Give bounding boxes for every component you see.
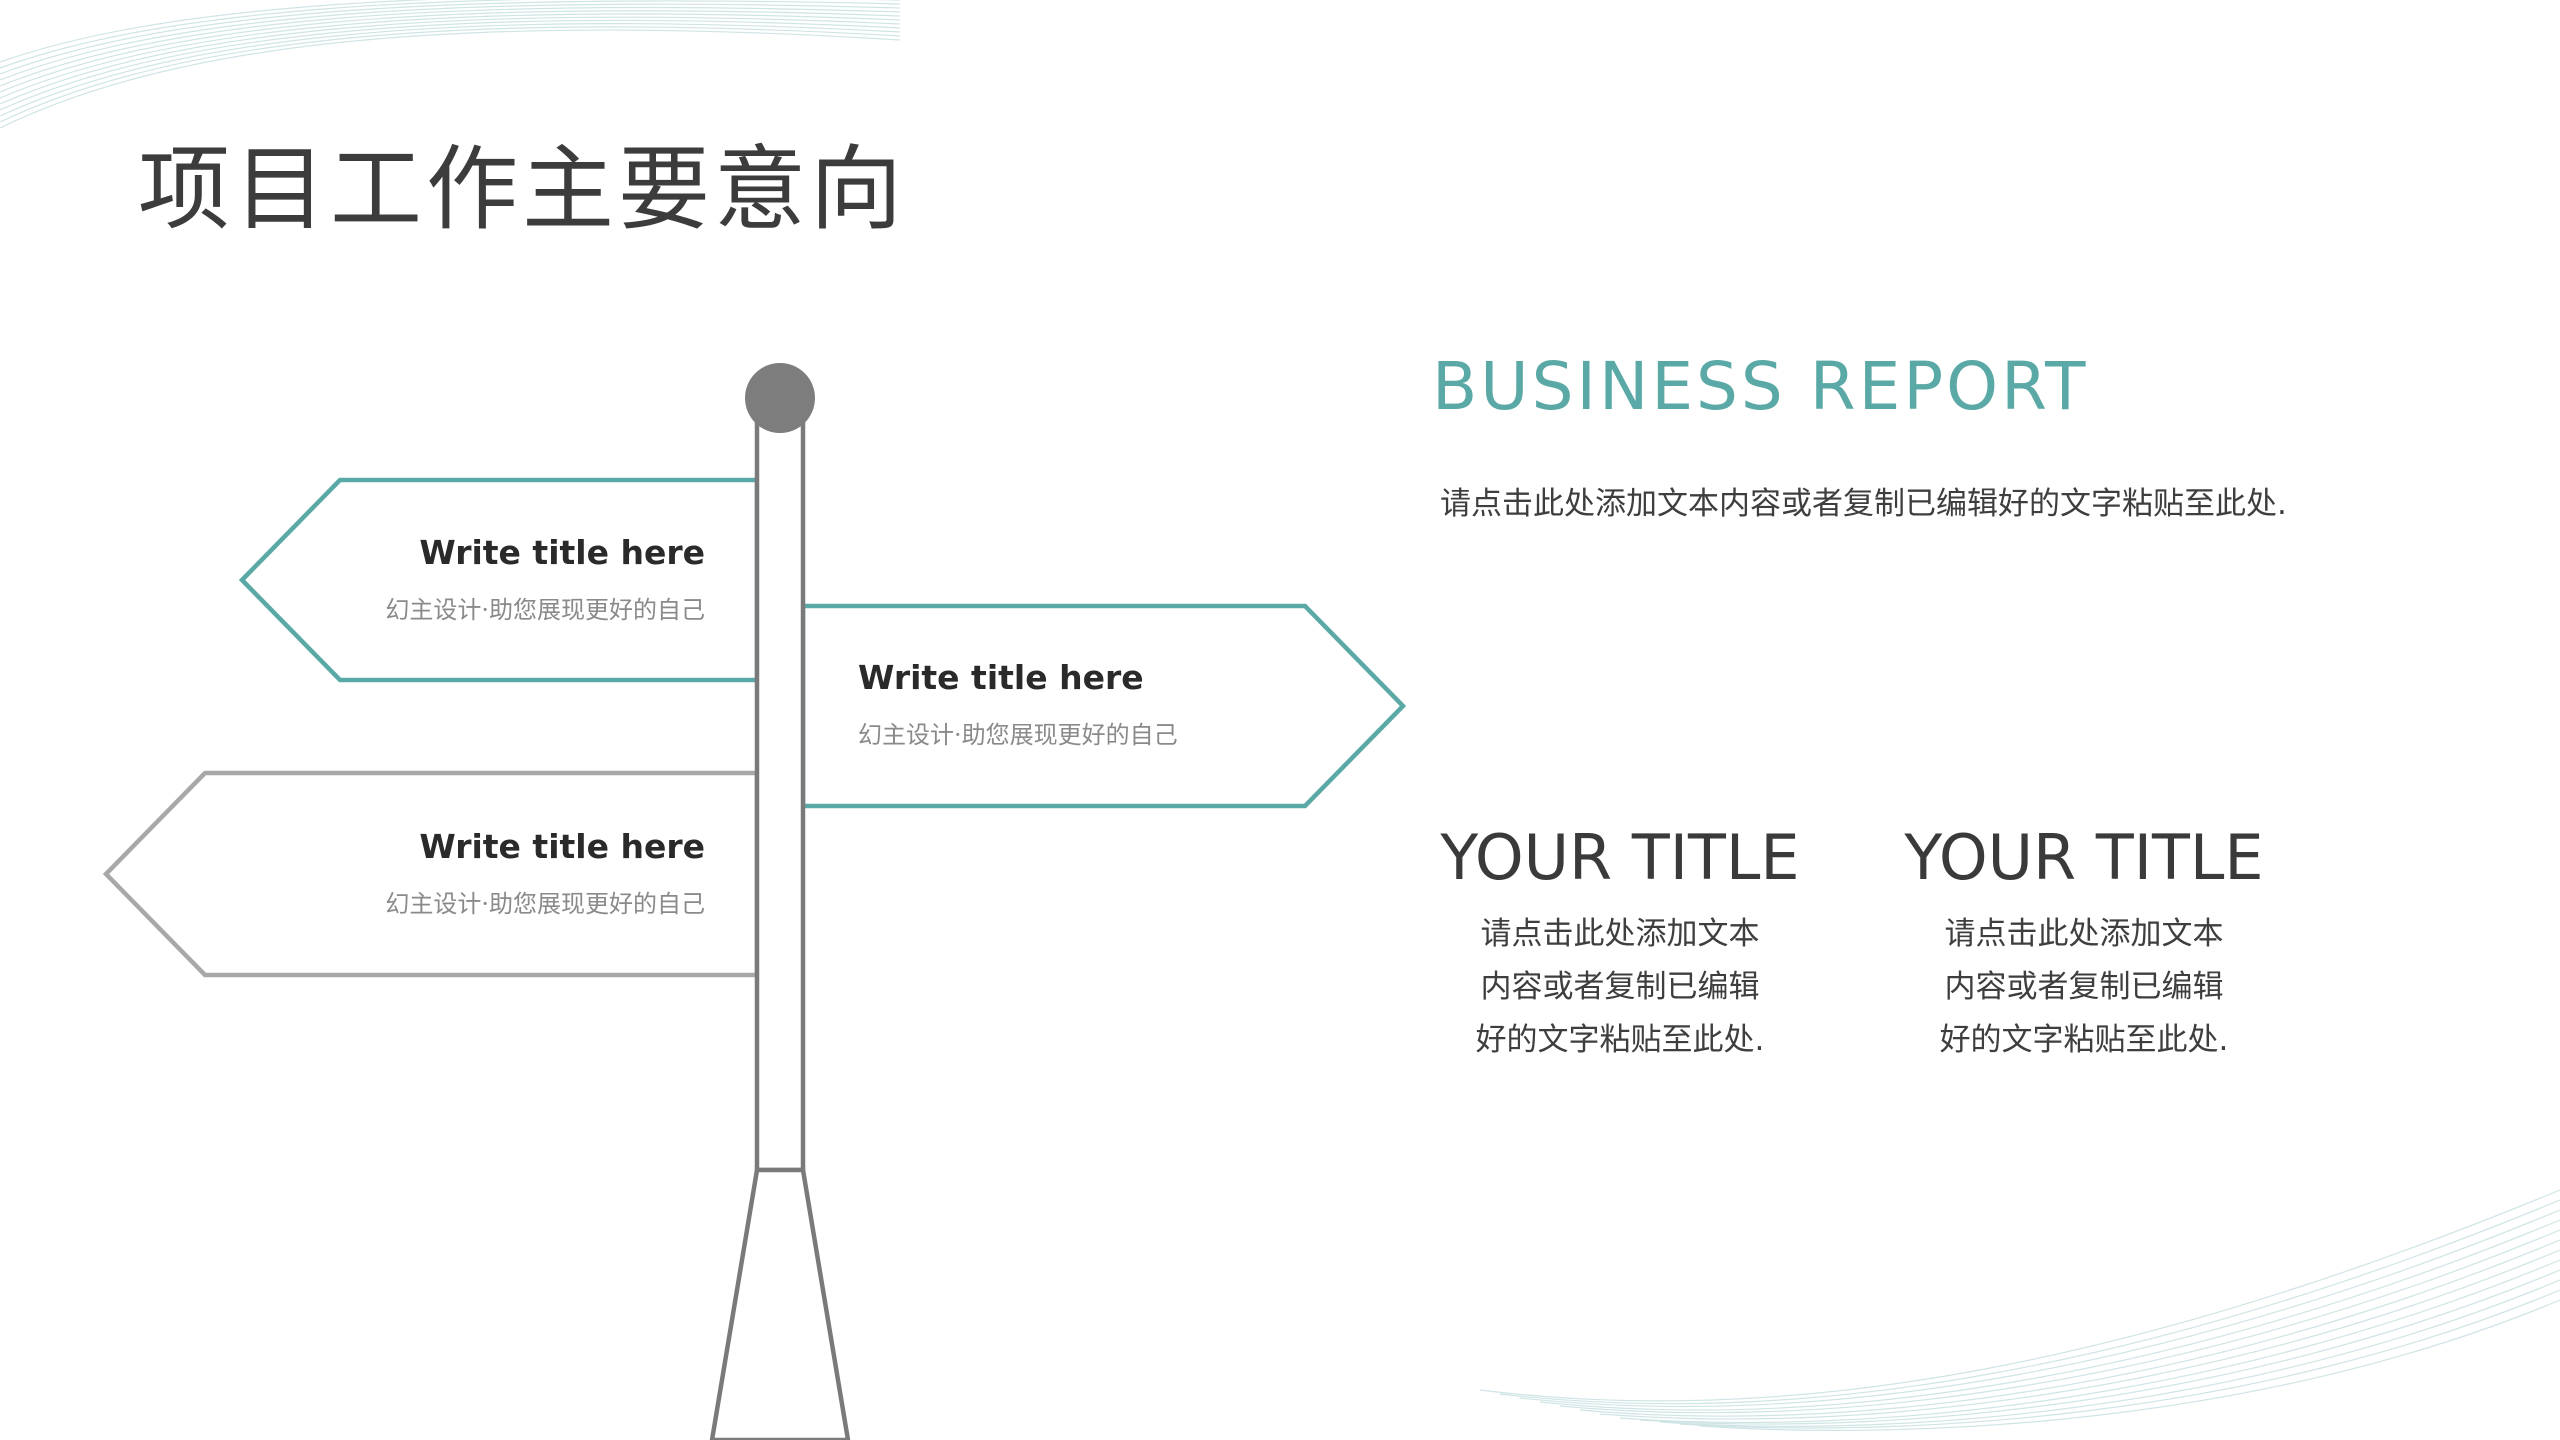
column-1-body: 请点击此处添加文本 内容或者复制已编辑 好的文字粘贴至此处. [1410,908,1830,1067]
signpost-base [709,1167,851,1440]
sign-2-subtitle: 幻主设计·助您展现更好的自己 [858,721,1178,749]
sign-2-text: Write title here 幻主设计·助您展现更好的自己 [858,658,1178,750]
column-1-line-1: 请点击此处添加文本 [1480,916,1760,952]
column-2-body: 请点击此处添加文本 内容或者复制已编辑 好的文字粘贴至此处. [1874,908,2294,1067]
column-1-line-3: 好的文字粘贴至此处. [1475,1022,1765,1058]
signpost-graphic [102,363,1407,1440]
slide: 项目工作主要意向 Write title here 幻主设计·助您展现更好的自己… [0,0,2560,1440]
column-2-line-2: 内容或者复制已编辑 [1944,969,2224,1005]
business-report-body: 请点击此处添加文本内容或者复制已编辑好的文字粘贴至此处. [1440,486,2287,522]
signpost-pole [754,407,806,1173]
sign-1-title: Write title here [419,533,705,572]
sign-1-text: Write title here 幻主设计·助您展现更好的自己 [385,533,705,625]
business-report-title: BUSINESS REPORT [1432,348,2089,425]
column-2: YOUR TITLE 请点击此处添加文本 内容或者复制已编辑 好的文字粘贴至此处… [1874,822,2294,1067]
sign-3-text: Write title here 幻主设计·助您展现更好的自己 [385,827,705,919]
signpost-knob [745,363,815,433]
column-1-line-2: 内容或者复制已编辑 [1480,969,1760,1005]
column-1-title: YOUR TITLE [1440,821,1800,894]
column-1: YOUR TITLE 请点击此处添加文本 内容或者复制已编辑 好的文字粘贴至此处… [1410,822,1830,1067]
column-2-line-3: 好的文字粘贴至此处. [1939,1022,2229,1058]
column-2-line-1: 请点击此处添加文本 [1944,916,2224,952]
sign-3-subtitle: 幻主设计·助您展现更好的自己 [385,890,705,918]
sign-3-title: Write title here [419,827,705,866]
sign-2-title: Write title here [858,658,1144,697]
column-2-title: YOUR TITLE [1904,821,2264,894]
sign-1-subtitle: 幻主设计·助您展现更好的自己 [385,596,705,624]
